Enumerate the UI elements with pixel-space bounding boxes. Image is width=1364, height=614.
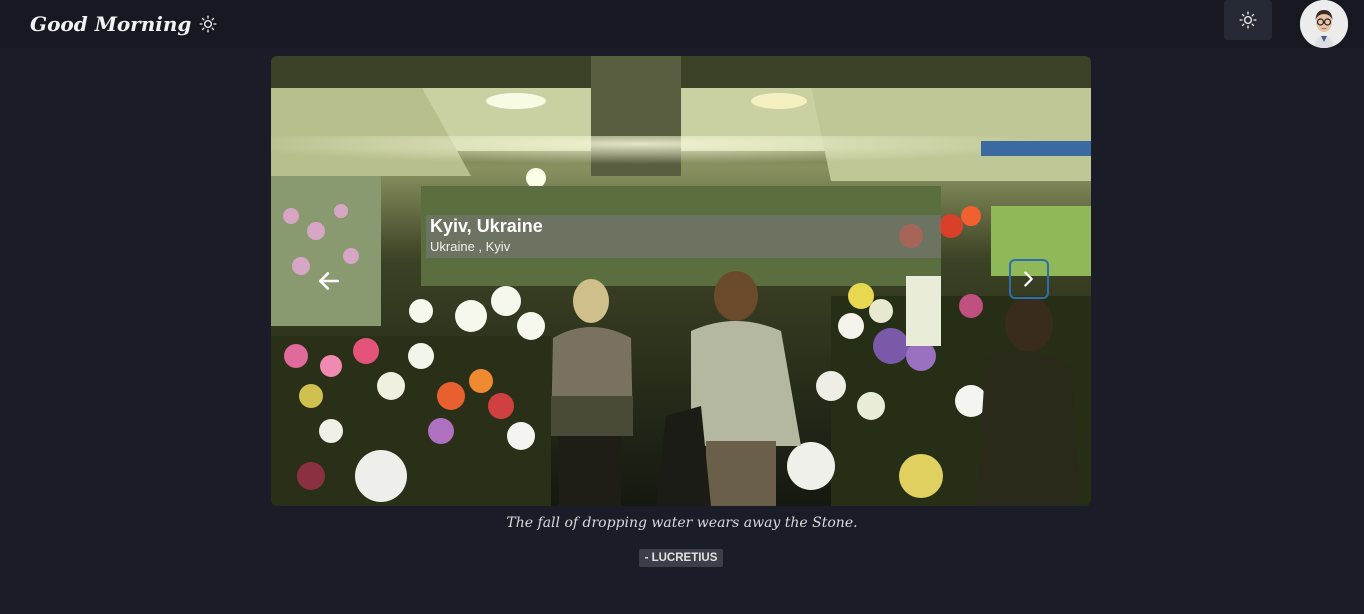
- location-title: Kyiv, Ukraine: [430, 216, 543, 236]
- chevron-right-icon: [1024, 271, 1033, 287]
- previous-button[interactable]: [311, 263, 347, 299]
- sun-icon: [1239, 11, 1257, 29]
- arrow-left-icon: [319, 272, 339, 290]
- next-button[interactable]: [1009, 259, 1049, 299]
- sun-icon: [199, 15, 217, 33]
- quote-author: - LUCRETIUS: [639, 549, 723, 567]
- caption-bar: Kyiv, Ukraine Ukraine , Kyiv: [426, 215, 941, 258]
- image-carousel: Kyiv, Ukraine Ukraine , Kyiv: [271, 56, 1091, 506]
- avatar-image: [1300, 0, 1348, 48]
- user-avatar[interactable]: [1300, 0, 1348, 48]
- flower-market-photo: [271, 56, 1091, 506]
- greeting: Good Morning: [30, 12, 217, 36]
- quote-text: The fall of dropping water wears away th…: [506, 515, 858, 531]
- top-bar: Good Morning: [0, 0, 1364, 48]
- location-subtitle: Ukraine , Kyiv: [430, 239, 511, 254]
- greeting-text: Good Morning: [30, 12, 192, 36]
- theme-toggle-button[interactable]: [1224, 0, 1272, 40]
